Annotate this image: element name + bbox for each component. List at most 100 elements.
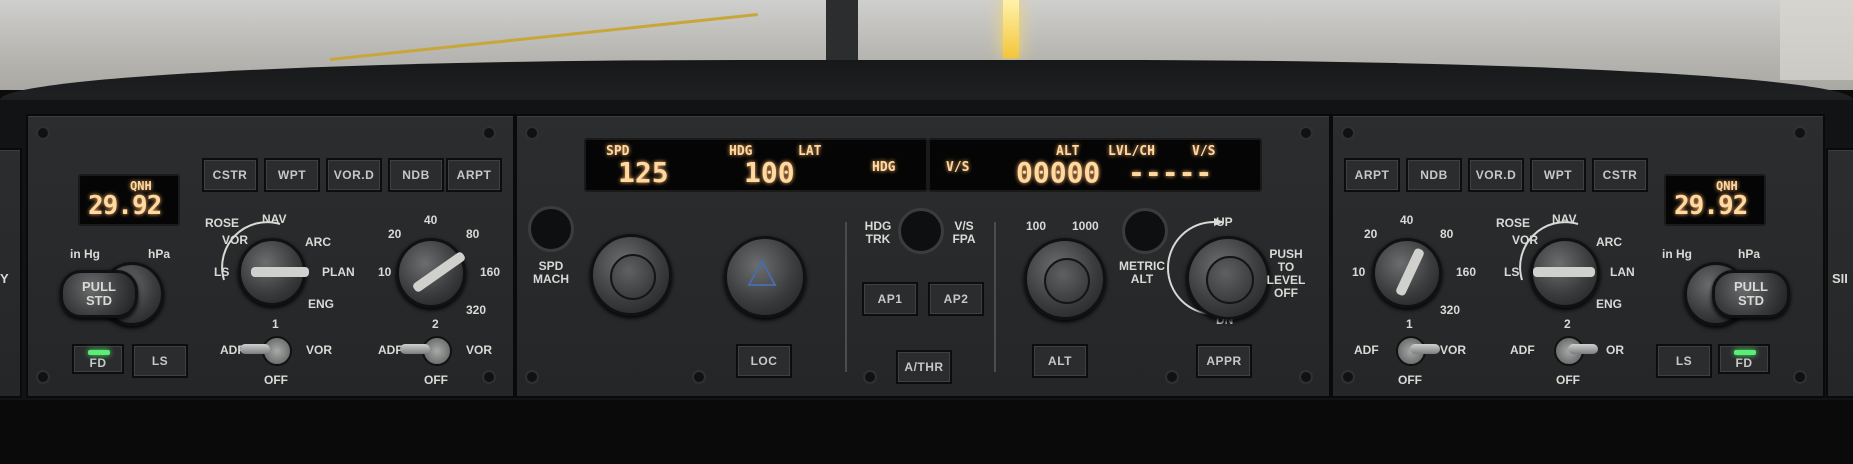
switch1-num: 1 — [1406, 317, 1413, 331]
range-40-label: 40 — [424, 213, 438, 227]
switch2-num: 2 — [1564, 317, 1571, 331]
switch2-vor: VOR — [466, 343, 493, 357]
mode-vor-label: VOR — [222, 233, 249, 247]
mode-plan-label: LAN — [1610, 265, 1635, 279]
wpt-button-left[interactable]: WPT — [264, 158, 320, 192]
screw — [1343, 128, 1353, 138]
vord-button-right[interactable]: VOR.D — [1468, 158, 1524, 192]
cstr-button-right[interactable]: CSTR — [1592, 158, 1648, 192]
switch1-vor: VOR — [306, 343, 333, 357]
push-label: PUSH — [1269, 247, 1303, 261]
std-label: STD — [1738, 293, 1764, 308]
ndb-button-right[interactable]: NDB — [1406, 158, 1462, 192]
mode-rose-label: ROSE — [1496, 216, 1531, 230]
arpt-button-right[interactable]: ARPT — [1344, 158, 1400, 192]
range-80-label: 80 — [466, 227, 480, 241]
hdg-mode: HDG — [872, 160, 896, 175]
qnh-display-left: QNH 29.92 — [78, 174, 180, 226]
hdg-value: 100 — [744, 156, 795, 189]
appr-button[interactable]: APPR — [1196, 344, 1252, 378]
ls-button-left[interactable]: LS — [132, 344, 188, 378]
toggle-lever — [400, 344, 430, 354]
knob-pointer — [1533, 267, 1595, 277]
vs-knob[interactable] — [1186, 236, 1270, 320]
ndb-button-left[interactable]: NDB — [388, 158, 444, 192]
mode-eng-label: ENG — [308, 297, 335, 311]
switch2-off: OFF — [424, 373, 448, 387]
fd-button-left[interactable]: FD — [72, 344, 124, 374]
nd-range-knob-left[interactable] — [396, 238, 467, 308]
sun-glare — [1780, 0, 1853, 80]
screw — [1795, 128, 1805, 138]
mode-ls-label: LS — [214, 265, 230, 279]
screw — [527, 372, 537, 382]
vs-label-small: V/S — [954, 219, 974, 233]
arpt-button-left[interactable]: ARPT — [446, 158, 502, 192]
left-edge-label: Y — [0, 271, 9, 286]
alt-button[interactable]: ALT — [1032, 344, 1088, 378]
runway-light — [1003, 0, 1019, 58]
spd-knob[interactable] — [590, 234, 672, 316]
trk-label: TRK — [865, 232, 891, 246]
range-320-label: 320 — [466, 303, 487, 317]
vord-button-left[interactable]: VOR.D — [326, 158, 382, 192]
qnh-value: 29.92 — [88, 191, 162, 221]
nd-range-knob-right[interactable] — [1372, 238, 1442, 308]
switch1-num: 1 — [272, 317, 279, 331]
screw — [865, 372, 875, 382]
off-label: OFF — [1274, 286, 1298, 300]
range-20-label: 20 — [1364, 227, 1378, 241]
fd-button-right[interactable]: FD — [1718, 344, 1770, 374]
nd-mode-knob-right[interactable] — [1530, 238, 1600, 308]
level-label: LEVEL — [1266, 273, 1306, 287]
screw — [38, 128, 48, 138]
screw — [1301, 372, 1311, 382]
screw — [484, 372, 494, 382]
fd-label: FD — [1735, 356, 1753, 370]
switch1-off: OFF — [1398, 373, 1422, 387]
alt-label-small: ALT — [1130, 272, 1154, 286]
screw — [484, 128, 494, 138]
switch2-num: 2 — [432, 317, 439, 331]
switch1-vor: VOR — [1440, 343, 1467, 357]
mode-rose-label: ROSE — [205, 216, 240, 230]
cockpit-view: Y SII QNH 29.92 in Hg hPa PULL STD CSTR … — [0, 0, 1853, 464]
loc-button[interactable]: LOC — [736, 344, 792, 378]
baro-knob-left-inner[interactable]: PULL STD — [60, 270, 138, 318]
toggle-lever — [240, 344, 270, 354]
vs-mode: V/S — [946, 160, 970, 175]
hpa-label: hPa — [148, 247, 171, 261]
metric-alt-button[interactable] — [1122, 208, 1168, 254]
wpt-button-right[interactable]: WPT — [1530, 158, 1586, 192]
ls-button-right[interactable]: LS — [1656, 344, 1712, 378]
inhg-label: in Hg — [1662, 247, 1692, 261]
range-40-label: 40 — [1400, 213, 1414, 227]
pull-label: PULL — [82, 279, 116, 294]
spd-mach-button[interactable] — [528, 206, 574, 252]
alt-knob[interactable] — [1024, 238, 1106, 320]
ap2-button[interactable]: AP2 — [928, 282, 984, 316]
baro-knob-right-inner[interactable]: PULL STD — [1712, 270, 1790, 318]
ap1-button[interactable]: AP1 — [862, 282, 918, 316]
hdg-knob[interactable] — [724, 236, 806, 318]
range-10-label: 10 — [1352, 265, 1366, 279]
pull-label: PULL — [1734, 279, 1768, 294]
hdg-label-small: HDG — [864, 219, 892, 233]
fpa-label: FPA — [952, 232, 976, 246]
qnh-display-right: QNH 29.92 — [1664, 174, 1766, 226]
nd-mode-knob-left[interactable] — [238, 238, 309, 306]
knob-pointer — [1394, 247, 1426, 297]
toggle-lever — [1568, 344, 1598, 354]
fcu-display-right: V/S ALT LVL/CH V/S 00000 ----- — [928, 138, 1262, 192]
spd-value: 125 — [618, 156, 669, 189]
athr-button[interactable]: A/THR — [896, 350, 952, 384]
spd-label-1: SPD — [538, 259, 564, 273]
cstr-button-left[interactable]: CSTR — [202, 158, 258, 192]
hpa-label: hPa — [1738, 247, 1761, 261]
mode-nav-label: NAV — [262, 212, 287, 226]
hdg-trk-button[interactable] — [898, 208, 944, 254]
switch2-vor: OR — [1606, 343, 1624, 357]
divider — [994, 222, 996, 372]
knob-pointer — [251, 267, 309, 277]
switch1-off: OFF — [264, 373, 288, 387]
